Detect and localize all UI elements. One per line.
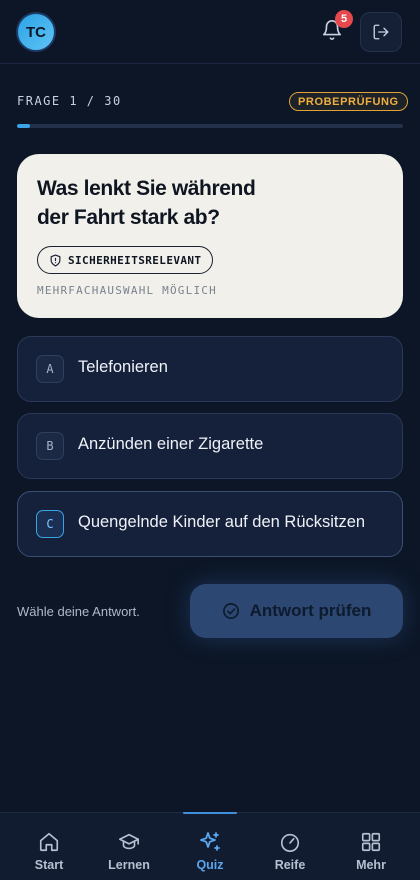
option-letter: B bbox=[36, 432, 64, 460]
grid-icon bbox=[361, 832, 381, 852]
question-text: Was lenkt Sie während der Fahrt stark ab… bbox=[37, 177, 256, 229]
option-letter: C bbox=[36, 510, 64, 538]
option-text: Telefonieren bbox=[78, 357, 168, 376]
avatar[interactable]: TC bbox=[16, 12, 56, 52]
choose-answer-prompt: Wähle deine Antwort. bbox=[17, 604, 140, 619]
nav-label: Mehr bbox=[356, 858, 386, 872]
tag-label: SICHERHEITSRELEVANT bbox=[68, 253, 202, 267]
nav-active-indicator bbox=[183, 812, 237, 814]
exam-mode-badge: PROBEPRÜFUNG bbox=[289, 92, 408, 111]
notification-badge: 5 bbox=[335, 10, 353, 28]
nav-label: Reife bbox=[274, 858, 306, 872]
check-circle-icon bbox=[222, 603, 239, 619]
nav-item-lernen[interactable]: Lernen bbox=[87, 813, 171, 880]
answer-option-b[interactable]: B Anzünden einer Zigarette bbox=[17, 413, 403, 479]
nav-item-reife[interactable]: Reife bbox=[248, 813, 332, 880]
logout-button[interactable] bbox=[360, 12, 402, 52]
home-icon bbox=[39, 832, 59, 852]
progress-bar bbox=[17, 124, 403, 128]
answer-option-a[interactable]: A Telefonieren bbox=[17, 336, 403, 402]
bottom-navigation: Start Lernen Quiz Reife Mehr bbox=[0, 812, 420, 880]
top-bar: TC 5 bbox=[0, 0, 420, 64]
option-text: Anzünden einer Zigarette bbox=[78, 434, 264, 453]
graduation-cap-icon bbox=[119, 833, 139, 850]
option-letter: A bbox=[36, 355, 64, 383]
multiple-choice-hint: MEHRFACHAUSWAHL MÖGLICH bbox=[37, 284, 217, 297]
answer-option-c[interactable]: C Quengelnde Kinder auf den Rücksitzen bbox=[17, 491, 403, 557]
nav-label: Quiz bbox=[196, 858, 224, 872]
check-answer-button[interactable]: Antwort prüfen bbox=[190, 584, 403, 638]
nav-item-quiz[interactable]: Quiz bbox=[168, 813, 252, 880]
sparkles-icon bbox=[200, 832, 220, 851]
progress-fill bbox=[17, 124, 30, 128]
nav-item-mehr[interactable]: Mehr bbox=[329, 813, 413, 880]
nav-label: Lernen bbox=[108, 858, 150, 872]
option-text: Quengelnde Kinder auf den Rücksitzen bbox=[78, 512, 366, 531]
gauge-icon bbox=[280, 833, 300, 852]
check-answer-label: Antwort prüfen bbox=[249, 601, 372, 620]
safety-relevant-tag: SICHERHEITSRELEVANT bbox=[37, 246, 214, 274]
question-counter: FRAGE 1 / 30 bbox=[17, 94, 122, 108]
question-card: Was lenkt Sie während der Fahrt stark ab… bbox=[17, 154, 403, 318]
logout-icon bbox=[373, 24, 389, 40]
shield-icon bbox=[50, 253, 61, 267]
nav-item-start[interactable]: Start bbox=[7, 813, 91, 880]
nav-label: Start bbox=[34, 858, 64, 872]
